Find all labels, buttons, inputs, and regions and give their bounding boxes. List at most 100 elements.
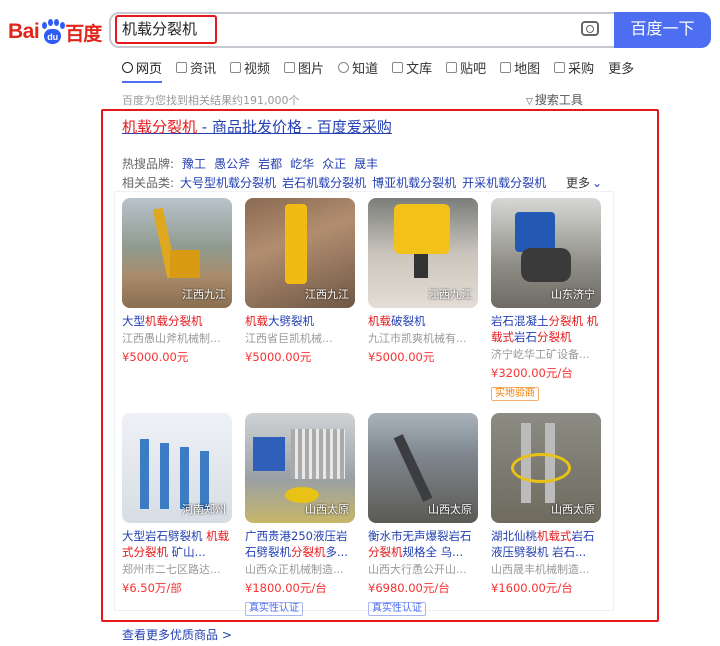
location-label: 山西太原 xyxy=(305,503,349,516)
brand-link[interactable]: 豫工 xyxy=(182,157,206,171)
price: ¥3200.00元/台 xyxy=(491,366,573,380)
product-name[interactable]: 大型岩石劈裂机 机载式分裂机 矿山... xyxy=(122,528,232,560)
camera-icon[interactable] xyxy=(581,21,599,36)
product-image[interactable]: 山西太原 xyxy=(491,413,601,523)
product-card[interactable]: 山西太原 衡水市无声爆裂岩石分裂机规格全 乌... 山西大行恿公开山... ¥6… xyxy=(368,413,478,616)
view-more-products-link[interactable]: 查看更多优质商品 > xyxy=(122,626,232,643)
categories-label: 相关品类: xyxy=(122,176,175,190)
baidu-logo[interactable]: Bai du 百度 xyxy=(8,17,102,47)
logo-text-cn: 百度 xyxy=(65,22,102,45)
brand-link[interactable]: 晟丰 xyxy=(354,157,378,171)
tab-map[interactable]: 地图 xyxy=(500,57,540,77)
brand-link[interactable]: 屹华 xyxy=(290,157,314,171)
category-link[interactable]: 大号型机载分裂机 xyxy=(180,176,276,190)
paw-icon: du xyxy=(40,19,66,45)
price: ¥6.50万/部 xyxy=(122,581,182,595)
tab-label: 文库 xyxy=(406,61,433,77)
product-image[interactable]: 江西九江 xyxy=(122,198,232,308)
product-name[interactable]: 机载破裂机 xyxy=(368,313,478,329)
video-icon xyxy=(230,61,242,73)
category-link[interactable]: 开采机载分裂机 xyxy=(462,176,546,190)
product-image[interactable]: 河南郑州 xyxy=(122,413,232,523)
news-icon xyxy=(176,61,188,73)
location-label: 江西九江 xyxy=(428,288,472,301)
product-image[interactable]: 山东济宁 xyxy=(491,198,601,308)
logo-text-du: du xyxy=(44,29,62,44)
tab-purchase[interactable]: 采购 xyxy=(554,57,594,77)
product-image[interactable]: 山西太原 xyxy=(245,413,355,523)
location-label: 山西太原 xyxy=(551,503,595,516)
search-button[interactable]: 百度一下 xyxy=(614,12,711,48)
tab-web[interactable]: 网页 xyxy=(122,57,162,77)
price: ¥5000.00元 xyxy=(245,350,312,364)
title-rest: - 商品批发价格 - 百度爱采购 xyxy=(197,118,392,136)
product-name[interactable]: 大型机载分裂机 xyxy=(122,313,232,329)
product-card[interactable]: 江西九江 机载破裂机 九江市凯爽机械有... ¥5000.00元 xyxy=(368,198,478,365)
search-icon xyxy=(122,61,133,73)
tab-video[interactable]: 视频 xyxy=(230,57,270,77)
company-name: 江西省巨凯机械... xyxy=(245,332,333,345)
company-name: 济宁屹华工矿设备... xyxy=(491,348,590,361)
map-icon xyxy=(500,61,512,73)
tab-label: 视频 xyxy=(244,61,271,77)
location-label: 河南郑州 xyxy=(182,503,226,516)
tab-label: 地图 xyxy=(514,61,541,77)
price: ¥1600.00元/台 xyxy=(491,581,573,595)
brand-link[interactable]: 岩都 xyxy=(258,157,282,171)
tab-zhidao[interactable]: 知道 xyxy=(338,57,378,77)
product-image[interactable]: 江西九江 xyxy=(368,198,478,308)
tab-more[interactable]: 更多 xyxy=(608,57,634,77)
product-card[interactable]: 山东济宁 岩石混凝土分裂机 机载式岩石分裂机 济宁屹华工矿设备... ¥3200… xyxy=(491,198,601,401)
brand-link[interactable]: 愚公斧 xyxy=(214,157,250,171)
tab-news[interactable]: 资讯 xyxy=(176,57,216,77)
search-input[interactable]: 机载分裂机 xyxy=(115,15,217,44)
location-label: 江西九江 xyxy=(182,288,226,301)
product-card[interactable]: 山西太原 广西贵港250液压岩石劈裂机分裂机多... 山西众正机械制造... ¥… xyxy=(245,413,355,616)
company-name: 山西大行恿公开山... xyxy=(368,563,467,576)
tab-tieba[interactable]: 贴吧 xyxy=(446,57,486,77)
price: ¥5000.00元 xyxy=(122,350,189,364)
more-categories-button[interactable]: 更多 xyxy=(566,174,602,191)
tab-image[interactable]: 图片 xyxy=(284,57,324,77)
price: ¥5000.00元 xyxy=(368,350,435,364)
product-card[interactable]: 江西九江 机载大劈裂机 江西省巨凯机械... ¥5000.00元 xyxy=(245,198,355,365)
company-name: 山西晟丰机械制造... xyxy=(491,563,590,576)
product-name[interactable]: 衡水市无声爆裂岩石分裂机规格全 乌... xyxy=(368,528,478,560)
product-name[interactable]: 广西贵港250液压岩石劈裂机分裂机多... xyxy=(245,528,355,560)
brands-label: 热搜品牌: xyxy=(122,157,175,171)
logo-text-bai: Bai xyxy=(8,20,40,43)
search-tabs: 网页 资讯 视频 图片 知道 文库 贴吧 地图 采购 更多 xyxy=(122,57,648,77)
hot-brands-row: 热搜品牌: 豫工 愚公斧 岩都 屹华 众正 晟丰 xyxy=(122,155,378,172)
related-categories-row: 相关品类: 大号型机载分裂机 岩石机载分裂机 博亚机载分裂机 开采机载分裂机 xyxy=(122,174,546,191)
category-link[interactable]: 岩石机载分裂机 xyxy=(282,176,366,190)
location-label: 山西太原 xyxy=(428,503,472,516)
product-card[interactable]: 山西太原 湖北仙桃机载式岩石液压劈裂机 岩石... 山西晟丰机械制造... ¥1… xyxy=(491,413,601,596)
tab-wenku[interactable]: 文库 xyxy=(392,57,432,77)
product-card[interactable]: 河南郑州 大型岩石劈裂机 机载式分裂机 矿山... 郑州市二七区路达... ¥6… xyxy=(122,413,232,596)
title-highlight: 机载分裂机 xyxy=(122,118,198,136)
location-label: 江西九江 xyxy=(305,288,349,301)
search-tools-button[interactable]: 搜索工具 xyxy=(526,91,583,108)
result-title-link[interactable]: 机载分裂机 - 商品批发价格 - 百度爱采购 xyxy=(122,116,392,137)
price: ¥6980.00元/台 xyxy=(368,581,450,595)
tab-label: 图片 xyxy=(298,61,325,77)
product-image[interactable]: 山西太原 xyxy=(368,413,478,523)
product-card[interactable]: 江西九江 大型机载分裂机 江西愚山斧机械制... ¥5000.00元 xyxy=(122,198,232,365)
company-name: 九江市凯爽机械有... xyxy=(368,332,467,345)
company-name: 山西众正机械制造... xyxy=(245,563,344,576)
location-label: 山东济宁 xyxy=(551,288,595,301)
active-tab-indicator xyxy=(122,81,162,83)
product-image[interactable]: 江西九江 xyxy=(245,198,355,308)
product-name[interactable]: 岩石混凝土分裂机 机载式岩石分裂机 xyxy=(491,313,601,345)
brand-link[interactable]: 众正 xyxy=(322,157,346,171)
product-name[interactable]: 湖北仙桃机载式岩石液压劈裂机 岩石... xyxy=(491,528,601,560)
tab-label: 贴吧 xyxy=(460,61,487,77)
authenticity-badge: 真实性认证 xyxy=(245,602,303,616)
forum-icon xyxy=(446,61,458,73)
tab-label: 采购 xyxy=(568,61,595,77)
category-link[interactable]: 博亚机载分裂机 xyxy=(372,176,456,190)
tab-label: 网页 xyxy=(136,61,163,77)
result-count: 百度为您找到相关结果约191,000个 xyxy=(122,94,300,107)
product-name[interactable]: 机载大劈裂机 xyxy=(245,313,355,329)
company-name: 郑州市二七区路达... xyxy=(122,563,221,576)
